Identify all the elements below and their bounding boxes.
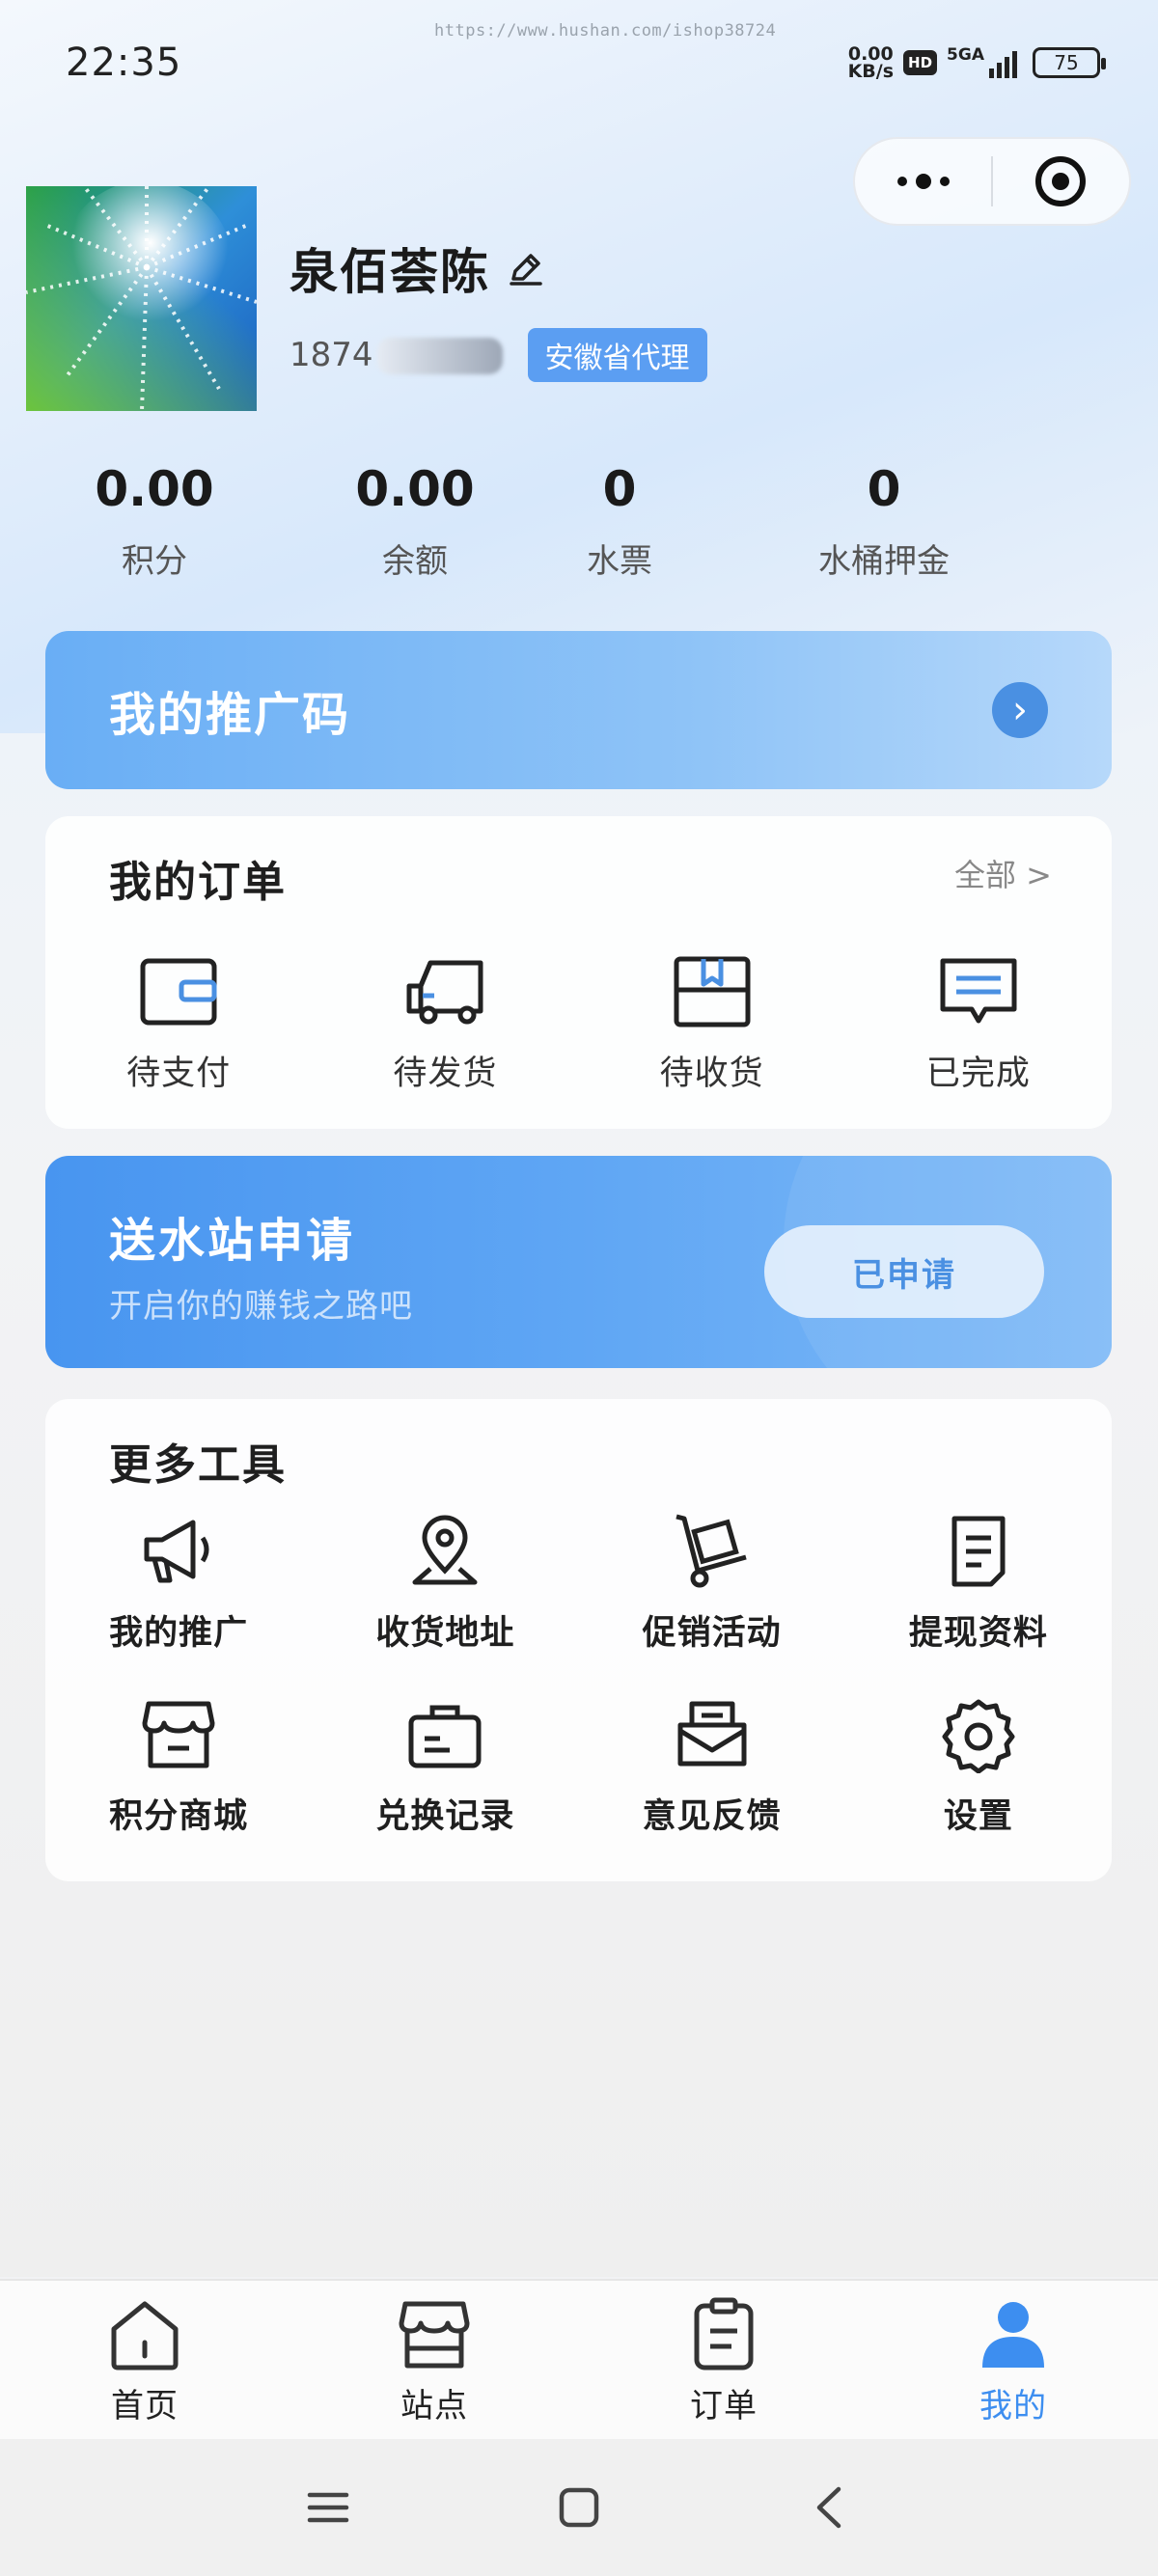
station-subtitle: 开启你的赚钱之路吧 [109, 1287, 413, 1326]
status-icons: 0.00 KB/s HD 5GA 75 [847, 43, 1106, 82]
order-pending-payment[interactable]: 待支付 [45, 953, 312, 1095]
clipboard-icon [694, 2297, 754, 2370]
tab-orders[interactable]: 订单 [579, 2281, 868, 2439]
phone-row: 1874 安徽省代理 [290, 328, 707, 382]
agent-badge: 安徽省代理 [527, 328, 707, 382]
tool-my-promotion[interactable]: 我的推广 [45, 1513, 312, 1655]
tools-row-1: 我的推广 收货地址 促销活动 提现资料 [45, 1513, 1112, 1655]
tool-points-mall[interactable]: 积分商城 [45, 1696, 312, 1838]
station-title: 送水站申请 [109, 1214, 356, 1268]
chevron-right-icon: › [992, 682, 1048, 738]
stat-points[interactable]: 0.00 积分 [39, 461, 270, 582]
tool-feedback[interactable]: 意见反馈 [579, 1696, 845, 1838]
truck-icon [406, 960, 483, 1025]
promo-code-card[interactable]: 我的推广码 › [45, 631, 1112, 789]
tool-exchange-records[interactable]: 兑换记录 [312, 1696, 578, 1838]
order-pending-receipt[interactable]: 待收货 [579, 953, 845, 1095]
document-icon [951, 1516, 1006, 1587]
tool-shipping-address[interactable]: 收货地址 [312, 1513, 578, 1655]
tools-card: 更多工具 我的推广 收货地址 促销活动 提现资料 积分商城 兑换记录 意见反馈 … [45, 1399, 1112, 1881]
network-speed: 0.00 KB/s [847, 43, 895, 82]
megaphone-icon [144, 1520, 209, 1583]
username: 泉佰荟陈 [290, 244, 490, 300]
chevron-left-icon [816, 2486, 841, 2529]
more-dots-icon [896, 174, 950, 189]
phone-redaction [376, 338, 503, 375]
user-icon [982, 2302, 1044, 2368]
status-bar: 22:35 0.00 KB/s HD 5GA 75 [66, 39, 1106, 87]
menu-icon [307, 2492, 349, 2523]
signal-icon: 5GA [947, 47, 1017, 78]
stats-row: 0.00 积分 0.00 余额 0 水票 0 水桶押金 [77, 461, 1081, 582]
store-icon [142, 1701, 215, 1768]
gear-icon [942, 1699, 1015, 1773]
status-time: 22:35 [66, 41, 182, 85]
tab-home[interactable]: 首页 [0, 2281, 290, 2439]
order-status-grid: 待支付 待发货 待收货 已完成 [45, 953, 1112, 1095]
stat-water-tickets[interactable]: 0 水票 [513, 461, 726, 582]
target-icon [1035, 156, 1087, 206]
order-completed[interactable]: 已完成 [845, 953, 1112, 1095]
stat-bucket-deposit[interactable]: 0 水桶押金 [758, 461, 1009, 582]
tab-stations[interactable]: 站点 [290, 2281, 579, 2439]
more-button[interactable] [855, 139, 991, 224]
tool-settings[interactable]: 设置 [845, 1696, 1112, 1838]
tools-row-2: 积分商城 兑换记录 意见反馈 设置 [45, 1696, 1112, 1838]
tools-title: 更多工具 [109, 1440, 287, 1490]
miniprogram-capsule [853, 137, 1131, 226]
system-navigation-bar [0, 2439, 1158, 2576]
box-icon [674, 956, 751, 1028]
home-nav-button[interactable] [454, 2483, 704, 2532]
edit-icon[interactable] [508, 250, 544, 287]
view-all-orders-link[interactable]: 全部 > [954, 851, 1052, 895]
stat-balance[interactable]: 0.00 余额 [299, 461, 531, 582]
message-icon [940, 958, 1017, 1024]
bottom-tab-bar: 首页 站点 订单 我的 [0, 2279, 1158, 2439]
shop-icon [399, 2301, 470, 2369]
feedback-mail-icon [677, 1701, 747, 1767]
avatar-logo-image [26, 186, 257, 411]
square-icon [559, 2487, 599, 2528]
wallet-icon [140, 958, 217, 1026]
avatar[interactable] [26, 186, 257, 411]
hand-truck-icon [676, 1514, 747, 1588]
tool-withdrawal-info[interactable]: 提现资料 [845, 1513, 1112, 1655]
briefcase-icon [408, 1705, 482, 1768]
home-icon [111, 2301, 179, 2370]
tab-profile[interactable]: 我的 [868, 2281, 1158, 2439]
orders-card: 我的订单 全部 > 待支付 待发货 待收货 已完成 [45, 816, 1112, 1129]
location-pin-icon [412, 1515, 478, 1585]
battery-icon: 75 [1033, 47, 1106, 78]
station-application-card: 送水站申请 开启你的赚钱之路吧 已申请 [45, 1156, 1112, 1368]
phone-number: 1874 [290, 336, 503, 375]
order-pending-shipment[interactable]: 待发货 [312, 953, 578, 1095]
promo-code-title: 我的推广码 [109, 688, 351, 742]
applied-button[interactable]: 已申请 [764, 1225, 1044, 1318]
back-nav-button[interactable] [704, 2483, 955, 2532]
orders-title: 我的订单 [109, 858, 287, 907]
username-row: 泉佰荟陈 [290, 233, 544, 303]
recent-apps-button[interactable] [203, 2483, 454, 2532]
hd-icon: HD [903, 50, 938, 75]
watermark: https://www.hushan.com/ishop38724 [434, 21, 777, 41]
close-miniprogram-button[interactable] [993, 139, 1129, 224]
tool-promotions[interactable]: 促销活动 [579, 1513, 845, 1655]
